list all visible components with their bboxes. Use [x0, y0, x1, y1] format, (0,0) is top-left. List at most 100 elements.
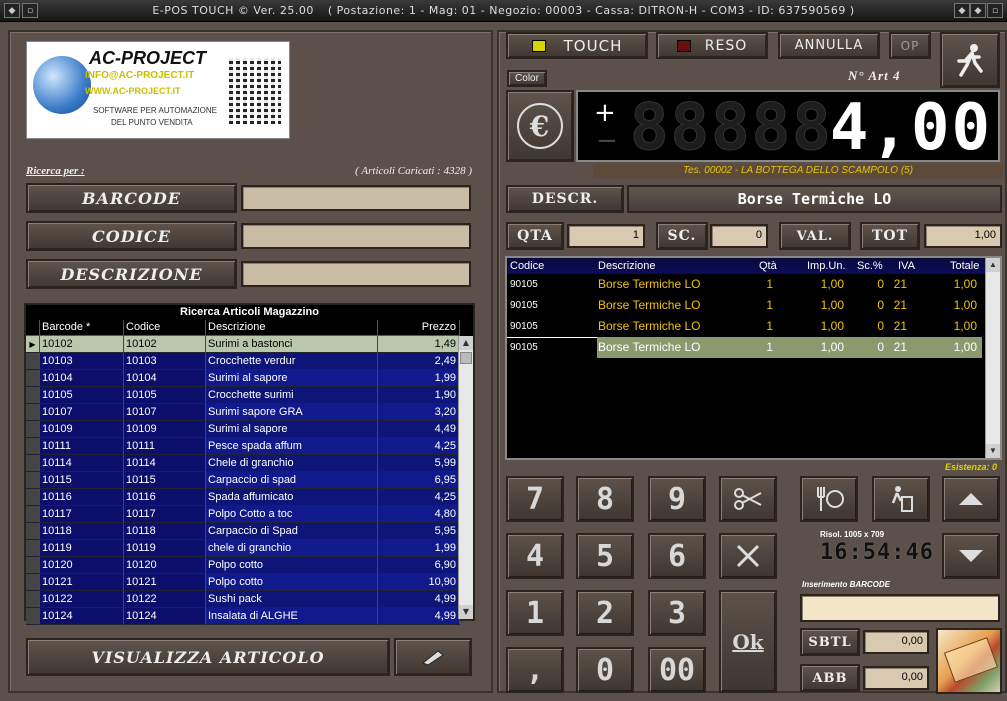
key-5[interactable]: 5	[576, 533, 634, 579]
cell-codice: 10102	[124, 336, 206, 353]
payment-button[interactable]	[936, 628, 1002, 694]
ok-button[interactable]: Ok	[719, 590, 777, 693]
grid-scrollbar[interactable]: ▲ ▼	[458, 336, 473, 619]
receipt-scrollbar[interactable]: ▲ ▼	[985, 258, 1000, 458]
rc-impun: 1,00	[820, 319, 844, 333]
scroll-down-button[interactable]	[942, 533, 1000, 579]
receipt-row[interactable]: 90105 Borse Termiche LO 1 1,00 0 21 1,00	[507, 274, 1000, 295]
cut-button[interactable]	[719, 476, 777, 522]
descrizione-search-input[interactable]	[241, 261, 471, 287]
val-button[interactable]: Val.	[779, 222, 851, 250]
key-7[interactable]: 7	[506, 476, 564, 522]
tot-button[interactable]: Tot	[860, 222, 920, 250]
scroll-up-icon[interactable]: ▲	[459, 336, 473, 350]
cell-codice: 10122	[124, 591, 206, 608]
edit-button[interactable]	[394, 638, 472, 676]
maximize-icon[interactable]: ◆	[970, 3, 986, 18]
op-button[interactable]: Op	[889, 32, 931, 59]
row-indicator	[26, 591, 40, 608]
grid-header-codice[interactable]: Codice	[124, 320, 206, 336]
currency-button[interactable]: €	[506, 90, 574, 162]
scroll-up-button[interactable]	[942, 476, 1000, 522]
table-row[interactable]: ▶ 10102 10102 Surimi a bastonci 1,49	[26, 336, 473, 353]
descrizione-search-button[interactable]: Descrizione	[26, 259, 237, 289]
table-row[interactable]: 10105 10105 Crocchette surimi 1,90	[26, 387, 473, 404]
barcode-search-button[interactable]: Barcode	[26, 183, 237, 213]
key-2[interactable]: 2	[576, 590, 634, 636]
reso-button[interactable]: Reso	[656, 32, 768, 59]
table-row[interactable]: 10119 10119 chele di granchio 1,99	[26, 540, 473, 557]
table-row[interactable]: 10122 10122 Sushi pack 4,99	[26, 591, 473, 608]
cell-codice: 10109	[124, 421, 206, 438]
table-row[interactable]: 10121 10121 Polpo cotto 10,90	[26, 574, 473, 591]
scroll-thumb[interactable]	[460, 352, 472, 364]
minimize-icon[interactable]: ◆	[954, 3, 970, 18]
abb-button[interactable]: Abb	[800, 664, 860, 692]
table-row[interactable]: 10116 10116 Spada affumicato 4,25	[26, 489, 473, 506]
table-row[interactable]: 10124 10124 Insalata di ALGHE 4,99	[26, 608, 473, 625]
table-row[interactable]: 10118 10118 Carpaccio di Spad 5,95	[26, 523, 473, 540]
cell-prezzo: 6,90	[378, 557, 460, 574]
key-0[interactable]: 0	[576, 647, 634, 693]
row-indicator	[26, 506, 40, 523]
key-comma[interactable]: ,	[506, 647, 564, 693]
visualizza-articolo-button[interactable]: Visualizza Articolo	[26, 638, 390, 676]
receipt-row[interactable]: 90105 Borse Termiche LO 1 1,00 0 21 1,00	[507, 337, 1000, 358]
x-icon	[736, 544, 760, 568]
annulla-button[interactable]: Annulla	[778, 32, 880, 59]
key-00[interactable]: 00	[648, 647, 706, 693]
descr-button[interactable]: Descr.	[506, 185, 624, 213]
scroll-down-icon[interactable]: ▼	[459, 605, 473, 619]
table-row[interactable]: 10111 10111 Pesce spada affum 4,25	[26, 438, 473, 455]
rc-sc: 0	[877, 319, 884, 333]
key-6[interactable]: 6	[648, 533, 706, 579]
restaurant-button[interactable]	[800, 476, 858, 522]
exit-button[interactable]	[940, 32, 1000, 88]
row-indicator	[26, 353, 40, 370]
key-1[interactable]: 1	[506, 590, 564, 636]
color-button[interactable]: Color	[507, 70, 547, 87]
table-row[interactable]: 10115 10115 Carpaccio di spad 6,95	[26, 472, 473, 489]
touch-button[interactable]: Touch	[506, 32, 648, 59]
grid-header-barcode[interactable]: Barcode *	[40, 320, 124, 336]
table-row[interactable]: 10120 10120 Polpo cotto 6,90	[26, 557, 473, 574]
sc-button[interactable]: Sc.	[656, 222, 708, 250]
subtotal-button[interactable]: Sbtl	[800, 628, 860, 656]
table-row[interactable]: 10117 10117 Polpo Cotto a toc 4,80	[26, 506, 473, 523]
key-9[interactable]: 9	[648, 476, 706, 522]
cell-barcode: 10107	[40, 404, 124, 421]
close-icon[interactable]: ▫	[987, 3, 1003, 18]
sc-field[interactable]: 0	[710, 224, 768, 248]
cell-codice: 10115	[124, 472, 206, 489]
table-row[interactable]: 10104 10104 Surimi al sapore 1,99	[26, 370, 473, 387]
key-8[interactable]: 8	[576, 476, 634, 522]
table-row[interactable]: 10114 10114 Chele di granchio 5,99	[26, 455, 473, 472]
key-4[interactable]: 4	[506, 533, 564, 579]
system-menu-icon[interactable]: ◆	[4, 3, 20, 18]
barcode-insert-input[interactable]	[800, 594, 1000, 622]
grid-header-prezzo[interactable]: Prezzo	[378, 320, 460, 336]
row-indicator: ▶	[26, 336, 40, 353]
cell-prezzo: 4,25	[378, 438, 460, 455]
key-3[interactable]: 3	[648, 590, 706, 636]
amount-display: + − 88888 4,00	[576, 90, 1000, 162]
receipt-scroll-up-icon[interactable]: ▲	[986, 258, 1000, 272]
receipt-scroll-down-icon[interactable]: ▼	[986, 444, 1000, 458]
clear-button[interactable]	[719, 533, 777, 579]
qta-button[interactable]: Qta	[506, 222, 564, 250]
barcode-search-input[interactable]	[241, 185, 471, 211]
trash-button[interactable]	[872, 476, 930, 522]
tot-field[interactable]: 1,00	[924, 224, 1002, 248]
qta-field[interactable]: 1	[567, 224, 645, 248]
cell-prezzo: 4,99	[378, 591, 460, 608]
table-row[interactable]: 10109 10109 Surimi al sapore 4,49	[26, 421, 473, 438]
table-row[interactable]: 10107 10107 Surimi sapore GRA 3,20	[26, 404, 473, 421]
restore-icon[interactable]: ▫	[22, 3, 38, 18]
codice-search-input[interactable]	[241, 223, 471, 249]
codice-search-button[interactable]: Codice	[26, 221, 237, 251]
receipt-row[interactable]: 90105 Borse Termiche LO 1 1,00 0 21 1,00	[507, 316, 1000, 337]
table-row[interactable]: 10103 10103 Crocchette verdur 2,49	[26, 353, 473, 370]
cell-prezzo: 1,99	[378, 540, 460, 557]
grid-header-descrizione[interactable]: Descrizione	[206, 320, 378, 336]
receipt-row[interactable]: 90105 Borse Termiche LO 1 1,00 0 21 1,00	[507, 295, 1000, 316]
